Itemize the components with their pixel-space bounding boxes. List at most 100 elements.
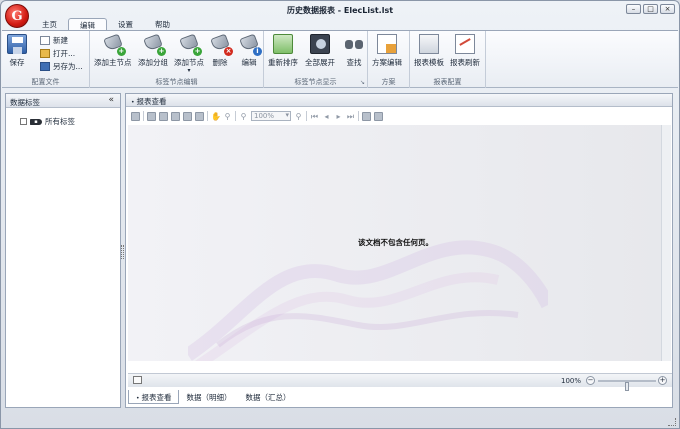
data-tags-title: 数据标签: [10, 98, 40, 107]
bottom-tabs: • 报表查看 数据（明细） 数据（汇总）: [128, 390, 297, 405]
scheme-edit-icon: [377, 34, 397, 54]
export-icon[interactable]: [374, 111, 383, 121]
add-main-node-icon: +: [103, 33, 126, 56]
toolbar-separator: [207, 111, 208, 121]
save-icon: [7, 34, 27, 54]
preview-toolbar: ✋ ⚲ ⚲ 100% ⚲ ⏮ ◂ ▸ ⏭: [128, 109, 438, 123]
group-scheme: 方案编辑 方案: [368, 31, 410, 88]
quick-print-icon[interactable]: [171, 111, 180, 121]
close-button[interactable]: ×: [660, 4, 675, 14]
last-page-icon[interactable]: ⏭: [346, 112, 355, 121]
preview-status-bar: 100% − +: [128, 373, 672, 391]
reorder-icon: [273, 34, 293, 54]
tab-report-view-label: 报表查看: [141, 393, 172, 402]
scheme-edit-button[interactable]: 方案编辑: [372, 34, 402, 68]
tree-checkbox[interactable]: [20, 118, 27, 125]
find-button[interactable]: 查找: [344, 34, 364, 68]
add-group-button[interactable]: + 添加分组: [138, 33, 168, 68]
data-tags-header: 数据标签 «: [6, 94, 120, 108]
data-tags-panel: 数据标签 « ▪ 所有标签: [5, 93, 121, 408]
delete-label: 删除: [212, 58, 228, 67]
maximize-button[interactable]: □: [643, 4, 658, 14]
add-main-node-label: 添加主节点: [94, 58, 132, 67]
prev-page-icon[interactable]: ◂: [322, 112, 331, 121]
report-view-header: • 报表查看: [126, 94, 672, 107]
save-as-label: 另存为...: [53, 62, 83, 71]
save-button[interactable]: 保存: [7, 34, 27, 68]
new-label: 新建: [53, 36, 68, 45]
report-template-button[interactable]: 报表模板: [414, 34, 444, 68]
reorder-button[interactable]: 重新排序: [268, 34, 298, 68]
add-node-button[interactable]: + 添加节点 ▾: [174, 33, 204, 74]
zoom-minus-icon[interactable]: −: [586, 376, 595, 385]
zoom-slider-thumb[interactable]: [625, 382, 629, 391]
header-footer-icon[interactable]: [183, 111, 192, 121]
new-file-icon: [40, 36, 50, 45]
zoom-plus-icon[interactable]: +: [658, 376, 667, 385]
page-setup-icon[interactable]: [147, 111, 156, 121]
hand-tool-icon[interactable]: ✋: [211, 112, 221, 121]
folder-icon: [40, 49, 50, 58]
add-group-icon: +: [143, 33, 166, 56]
group-tag-node-display: 重新排序 全部展开 查找 标签节点显示 ↘: [264, 31, 368, 88]
collapse-icon[interactable]: «: [108, 95, 114, 105]
edit-icon: i: [239, 33, 262, 56]
expand-all-button[interactable]: 全部展开: [305, 34, 335, 68]
edit-label: 编辑: [241, 58, 257, 67]
report-template-icon: [419, 34, 439, 54]
expand-all-icon: [310, 34, 330, 54]
minimize-button[interactable]: –: [626, 4, 641, 14]
group-tag-node-edit: + 添加主节点 + 添加分组 + 添加节点 ▾ × 删除 i 编辑 标签节点编辑: [90, 31, 264, 88]
group-label-report-config: 报表配置: [433, 78, 462, 86]
resize-grip[interactable]: [668, 418, 676, 426]
zoom-slider-track[interactable]: [598, 380, 656, 391]
scheme-edit-label: 方案编辑: [372, 58, 402, 67]
binoculars-icon[interactable]: [131, 111, 140, 121]
chevron-down-icon[interactable]: ▾: [187, 68, 190, 74]
group-config-file: 保存 新建 打开... 另存为... 配置文件: [2, 31, 90, 88]
app-logo[interactable]: G: [5, 4, 29, 28]
page-status-icon[interactable]: [133, 376, 142, 384]
report-view-panel: • 报表查看 ✋ ⚲ ⚲ 100% ⚲ ⏮ ◂ ▸ ⏭: [125, 93, 673, 408]
report-refresh-button[interactable]: 报表刷新: [450, 34, 480, 68]
group-label-config-file: 配置文件: [31, 78, 60, 86]
next-page-icon[interactable]: ▸: [334, 112, 343, 121]
save-as-button[interactable]: 另存为...: [40, 61, 83, 72]
delete-button[interactable]: × 删除: [210, 33, 233, 68]
new-button[interactable]: 新建: [40, 35, 68, 46]
group-report-config: 报表模板 报表刷新 报表配置: [410, 31, 486, 88]
dialog-launcher-icon[interactable]: ↘: [360, 79, 365, 86]
zoom-combo[interactable]: 100%: [251, 111, 291, 121]
add-group-label: 添加分组: [138, 58, 168, 67]
add-main-node-button[interactable]: + 添加主节点: [94, 33, 132, 68]
zoom-out-icon[interactable]: ⚲: [239, 112, 248, 121]
binoculars-icon: [344, 34, 364, 54]
toolbar-separator: [235, 111, 236, 121]
multi-page-icon[interactable]: [362, 111, 371, 121]
zoom-in-icon[interactable]: ⚲: [294, 112, 303, 121]
open-button[interactable]: 打开...: [40, 48, 75, 59]
edit-button[interactable]: i 编辑: [239, 33, 262, 68]
scale-icon[interactable]: [195, 111, 204, 121]
smoke-background-image: [188, 240, 548, 361]
ribbon: 保存 新建 打开... 另存为... 配置文件 + 添加主节点 + 添加分组 +…: [2, 30, 678, 88]
delete-icon: ×: [210, 33, 233, 56]
magnifier-icon[interactable]: ⚲: [223, 112, 232, 121]
zoom-level: 100%: [561, 377, 582, 385]
tab-report-view[interactable]: • 报表查看: [128, 390, 180, 404]
report-refresh-icon: [455, 34, 475, 54]
report-template-label: 报表模板: [414, 58, 444, 67]
tab-data-detail[interactable]: 数据（明细）: [179, 390, 238, 404]
report-view-title: 报表查看: [136, 97, 167, 106]
save-as-icon: [40, 62, 50, 71]
tab-data-summary[interactable]: 数据（汇总）: [238, 390, 297, 404]
tree-item-all-tags[interactable]: ▪ 所有标签: [20, 116, 75, 127]
save-label: 保存: [9, 58, 25, 67]
toolbar-separator: [358, 111, 359, 121]
toolbar-separator: [143, 111, 144, 121]
tree-item-label: 所有标签: [45, 117, 75, 126]
splitter-handle[interactable]: [121, 245, 124, 259]
vertical-scrollbar[interactable]: [661, 125, 671, 361]
first-page-icon[interactable]: ⏮: [310, 112, 319, 121]
print-icon[interactable]: [159, 111, 168, 121]
